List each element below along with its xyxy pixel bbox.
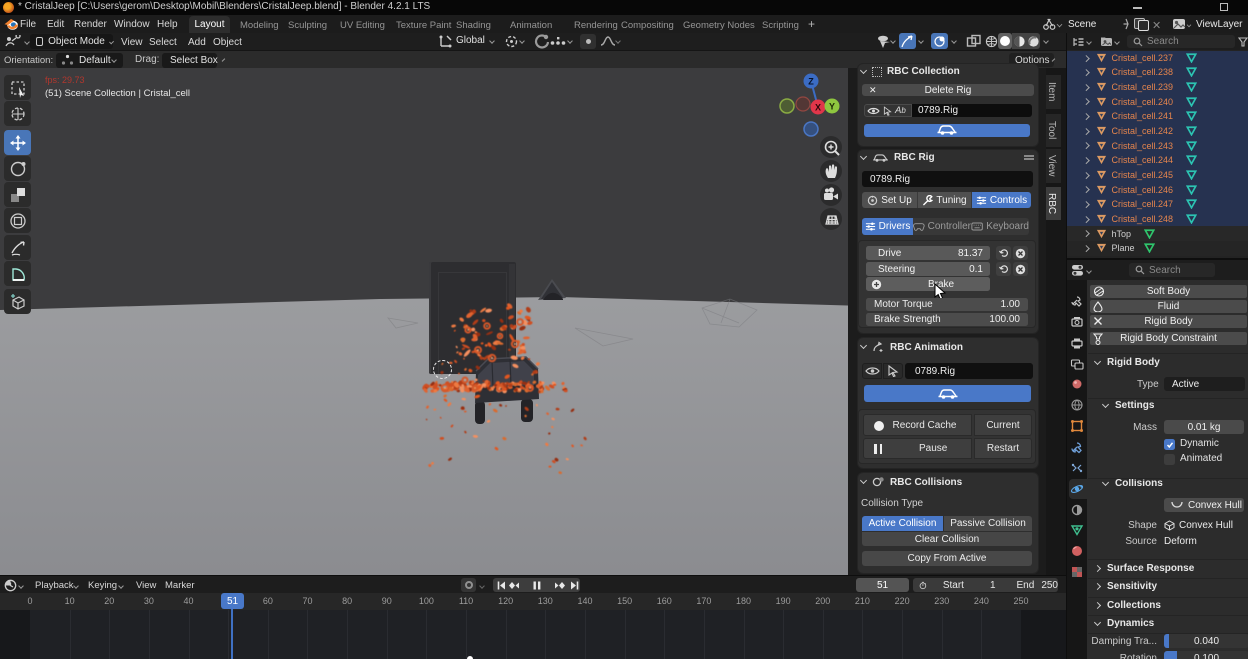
svg-text:Y: Y xyxy=(829,102,835,112)
svg-text:Z: Z xyxy=(808,77,814,87)
svg-text:X: X xyxy=(815,103,821,113)
